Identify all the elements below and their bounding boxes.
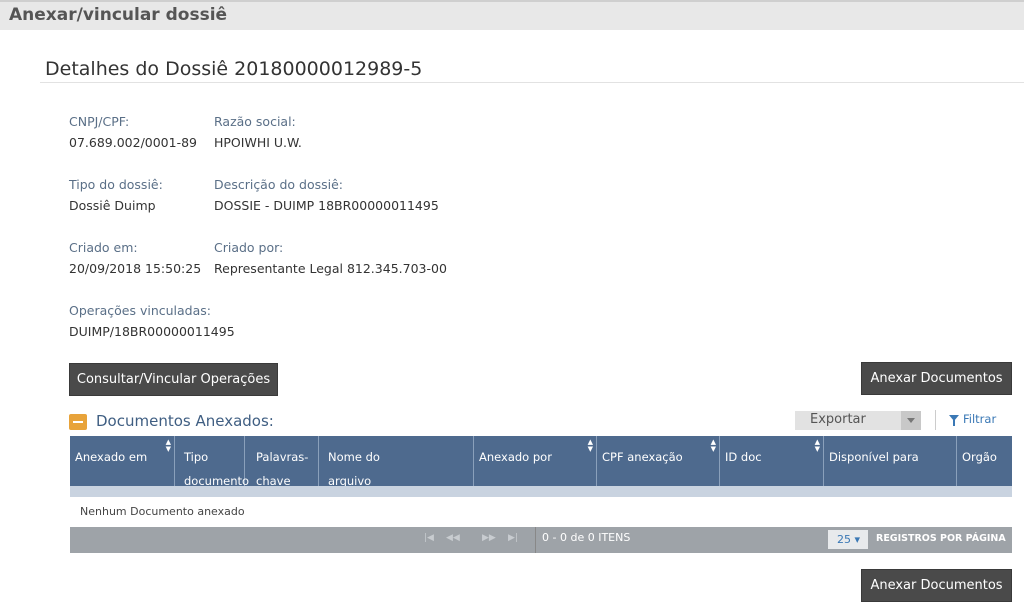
pager-info: 0 - 0 de 0 ITENS xyxy=(542,531,631,544)
tipo-dossie-label: Tipo do dossiê: xyxy=(69,177,163,192)
column-label: ID doc xyxy=(725,450,762,464)
filtrar-label: Filtrar xyxy=(963,412,997,426)
tipo-dossie-value: Dossiê Duimp xyxy=(69,198,156,213)
column-label: Disponível para xyxy=(829,450,919,464)
filtrar-link[interactable]: Filtrar xyxy=(949,412,996,426)
sort-icon[interactable]: ▲▼ xyxy=(711,439,716,453)
page-title: Detalhes do Dossiê 20180000012989-5 xyxy=(45,58,423,80)
cnpj-label: CNPJ/CPF: xyxy=(69,114,130,129)
razao-social-label: Razão social: xyxy=(214,114,296,129)
last-page-icon[interactable]: ▶| xyxy=(508,533,518,543)
page-size-select[interactable]: 25 ▾ xyxy=(828,530,868,549)
page-size-label: REGISTROS POR PÁGINA xyxy=(876,533,1006,544)
first-page-icon[interactable]: |◀ xyxy=(424,533,434,543)
documents-grid-header: Anexado em ▲▼ Tipodocumento ▲▼ Palavras-… xyxy=(70,436,1012,503)
title-divider xyxy=(40,82,1024,83)
cnpj-value: 07.689.002/0001-89 xyxy=(69,135,198,150)
razao-social-value: HPOIWHI U.W. xyxy=(214,135,302,150)
column-label: Anexado por xyxy=(479,450,552,464)
operacoes-value: DUIMP/18BR00000011495 xyxy=(69,324,235,339)
criado-em-value: 20/09/2018 15:50:25 xyxy=(69,261,202,276)
criado-por-label: Criado por: xyxy=(214,240,284,255)
collapse-icon[interactable] xyxy=(69,414,87,430)
anexar-documentos-button-top[interactable]: Anexar Documentos xyxy=(861,362,1012,395)
criado-em-label: Criado em: xyxy=(69,240,138,255)
descricao-value: DOSSIE - DUIMP 18BR00000011495 xyxy=(214,198,439,213)
chevron-down-icon xyxy=(901,411,921,430)
sort-icon[interactable]: ▲▼ xyxy=(815,439,820,453)
exportar-label: Exportar xyxy=(810,412,866,427)
column-label: Orgão xyxy=(962,450,997,464)
grid-filter-row xyxy=(70,486,1012,497)
filter-icon xyxy=(949,415,959,426)
title-bar: Anexar/vincular dossiê xyxy=(0,0,1024,30)
sort-icon[interactable]: ▲▼ xyxy=(166,439,171,453)
column-label: CPF anexação xyxy=(602,450,683,464)
pager: |◀ ◀◀ ▶▶ ▶| 0 - 0 de 0 ITENS 25 ▾ REGIST… xyxy=(70,527,1012,553)
previous-page-icon[interactable]: ◀◀ xyxy=(446,533,460,543)
anexar-documentos-button-bottom[interactable]: Anexar Documentos xyxy=(861,569,1012,602)
exportar-dropdown[interactable]: Exportar xyxy=(795,411,921,430)
operacoes-label: Operações vinculadas: xyxy=(69,303,211,318)
criado-por-value: Representante Legal 812.345.703-00 xyxy=(214,261,447,276)
empty-message: Nenhum Documento anexado xyxy=(80,505,245,518)
column-label: Anexado em xyxy=(75,450,148,464)
pager-divider xyxy=(535,527,536,553)
descricao-label: Descrição do dossiê: xyxy=(214,177,344,192)
page-size-value: 25 xyxy=(837,533,851,546)
documentos-section-title: Documentos Anexados: xyxy=(96,412,274,430)
window-title: Anexar/vincular dossiê xyxy=(9,5,228,25)
sort-icon[interactable]: ▲▼ xyxy=(588,439,593,453)
toolbar-separator xyxy=(935,410,936,430)
consultar-vincular-button[interactable]: Consultar/Vincular Operações xyxy=(69,363,278,396)
next-page-icon[interactable]: ▶▶ xyxy=(482,533,496,543)
